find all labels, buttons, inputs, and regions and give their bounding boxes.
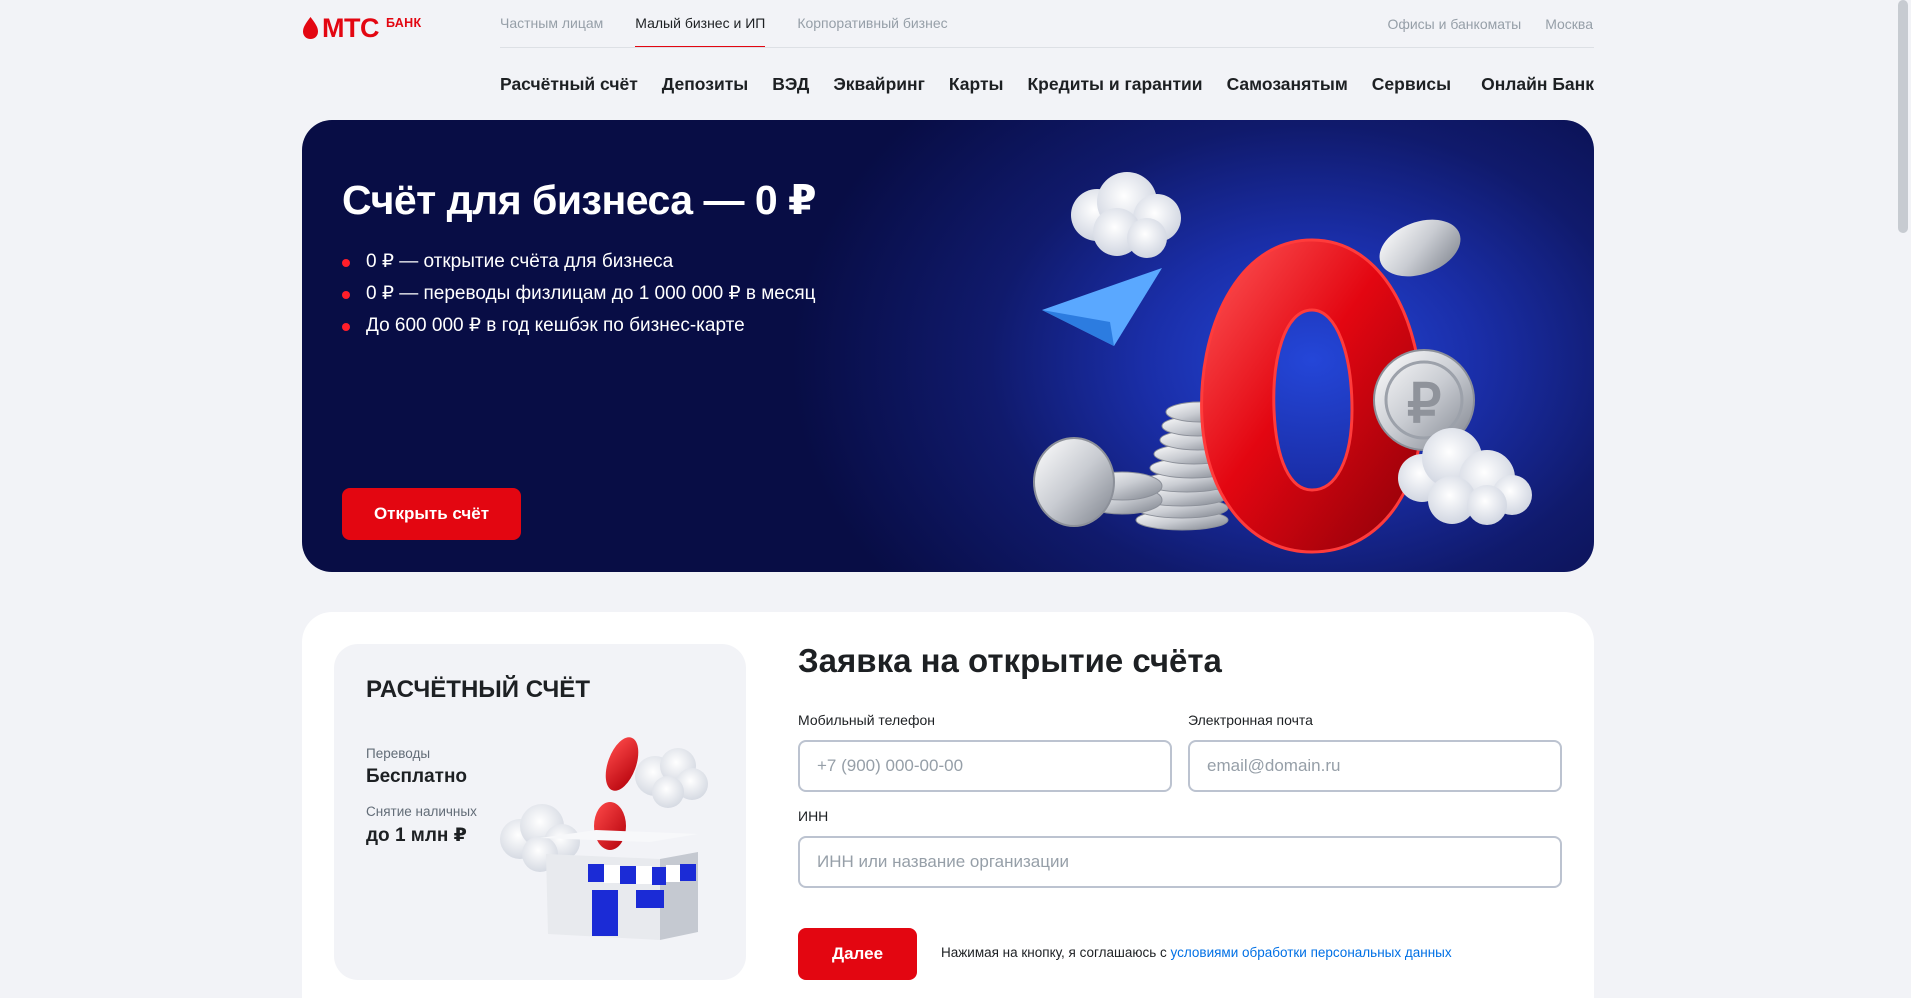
- consent-text: Нажимая на кнопку, я соглашаюсь с услови…: [941, 945, 1452, 960]
- inn-label: ИНН: [798, 808, 829, 824]
- nav-item-self-employed[interactable]: Самозанятым: [1227, 74, 1348, 95]
- form-title: Заявка на открытие счёта: [798, 642, 1222, 679]
- segment-tab-small-business[interactable]: Малый бизнес и ИП: [635, 0, 766, 48]
- online-bank-link[interactable]: Онлайн Банк: [1481, 68, 1594, 100]
- hero-benefit-item: До 600 000 ₽ в год кешбэк по бизнес-карт…: [342, 310, 816, 342]
- email-input[interactable]: [1188, 740, 1562, 792]
- personal-data-terms-link[interactable]: условиями обработки персональных данных: [1171, 945, 1452, 960]
- nav-item-account[interactable]: Расчётный счёт: [500, 74, 638, 95]
- hero-banner: Счёт для бизнеса — 0 ₽ 0 ₽ — открытие сч…: [302, 120, 1594, 572]
- city-selector[interactable]: Москва: [1545, 0, 1593, 48]
- cash-withdrawal-value: до 1 млн ₽: [366, 825, 467, 846]
- segment-tab-corporate[interactable]: Корпоративный бизнес: [797, 0, 947, 48]
- account-card-title: РАСЧЁТНЫЙ СЧЁТ: [366, 676, 591, 703]
- mts-bank-logo[interactable]: МТС БАНК: [302, 14, 421, 42]
- nav-item-deposits[interactable]: Депозиты: [662, 74, 748, 95]
- email-label: Электронная почта: [1188, 712, 1313, 728]
- hero-zero-coins-illustration: ₽: [1033, 172, 1532, 554]
- transfers-label: Переводы: [366, 746, 431, 761]
- top-links: Офисы и банкоматы Москва: [1363, 0, 1593, 48]
- shop-coins-illustration: [500, 737, 708, 940]
- nav-item-cards[interactable]: Карты: [949, 74, 1004, 95]
- logo-product-text: БАНК: [385, 16, 422, 30]
- open-account-button[interactable]: Открыть счёт: [342, 488, 521, 540]
- application-section: РАСЧЁТНЫЙ СЧЁТ Переводы Бесплатно Снятие…: [302, 612, 1594, 998]
- segment-tabs: Частным лицам Малый бизнес и ИП Корпорат…: [500, 0, 980, 48]
- next-button[interactable]: Далее: [798, 928, 917, 980]
- header-divider: [500, 47, 1594, 48]
- main-nav: Расчётный счёт Депозиты ВЭД Эквайринг Ка…: [500, 68, 1475, 100]
- segment-tab-individuals[interactable]: Частным лицам: [500, 0, 603, 48]
- logo-drop-icon: [303, 17, 318, 39]
- inn-input[interactable]: [798, 836, 1562, 888]
- hero-title: Счёт для бизнеса — 0 ₽: [342, 177, 817, 223]
- account-info-card: РАСЧЁТНЫЙ СЧЁТ Переводы Бесплатно Снятие…: [334, 644, 746, 980]
- logo-brand-text: МТС: [322, 13, 379, 43]
- phone-label: Мобильный телефон: [798, 712, 935, 728]
- cash-withdrawal-label: Снятие наличных: [366, 804, 477, 819]
- hero-benefit-item: 0 ₽ — переводы физлицам до 1 000 000 ₽ в…: [342, 278, 816, 310]
- nav-item-ved[interactable]: ВЭД: [772, 74, 809, 95]
- phone-input[interactable]: [798, 740, 1172, 792]
- consent-prefix: Нажимая на кнопку, я соглашаюсь с: [941, 945, 1171, 960]
- hero-benefit-item: 0 ₽ — открытие счёта для бизнеса: [342, 246, 816, 278]
- scrollbar-thumb[interactable]: [1898, 0, 1908, 233]
- offices-link[interactable]: Офисы и банкоматы: [1387, 0, 1521, 48]
- nav-item-acquiring[interactable]: Эквайринг: [833, 74, 925, 95]
- nav-item-credits[interactable]: Кредиты и гарантии: [1028, 74, 1203, 95]
- nav-item-services[interactable]: Сервисы: [1372, 74, 1451, 95]
- hero-benefits-list: 0 ₽ — открытие счёта для бизнеса 0 ₽ — п…: [342, 246, 816, 342]
- page-scrollbar[interactable]: [1895, 0, 1911, 998]
- transfers-value: Бесплатно: [366, 766, 468, 787]
- svg-text:₽: ₽: [1407, 374, 1441, 434]
